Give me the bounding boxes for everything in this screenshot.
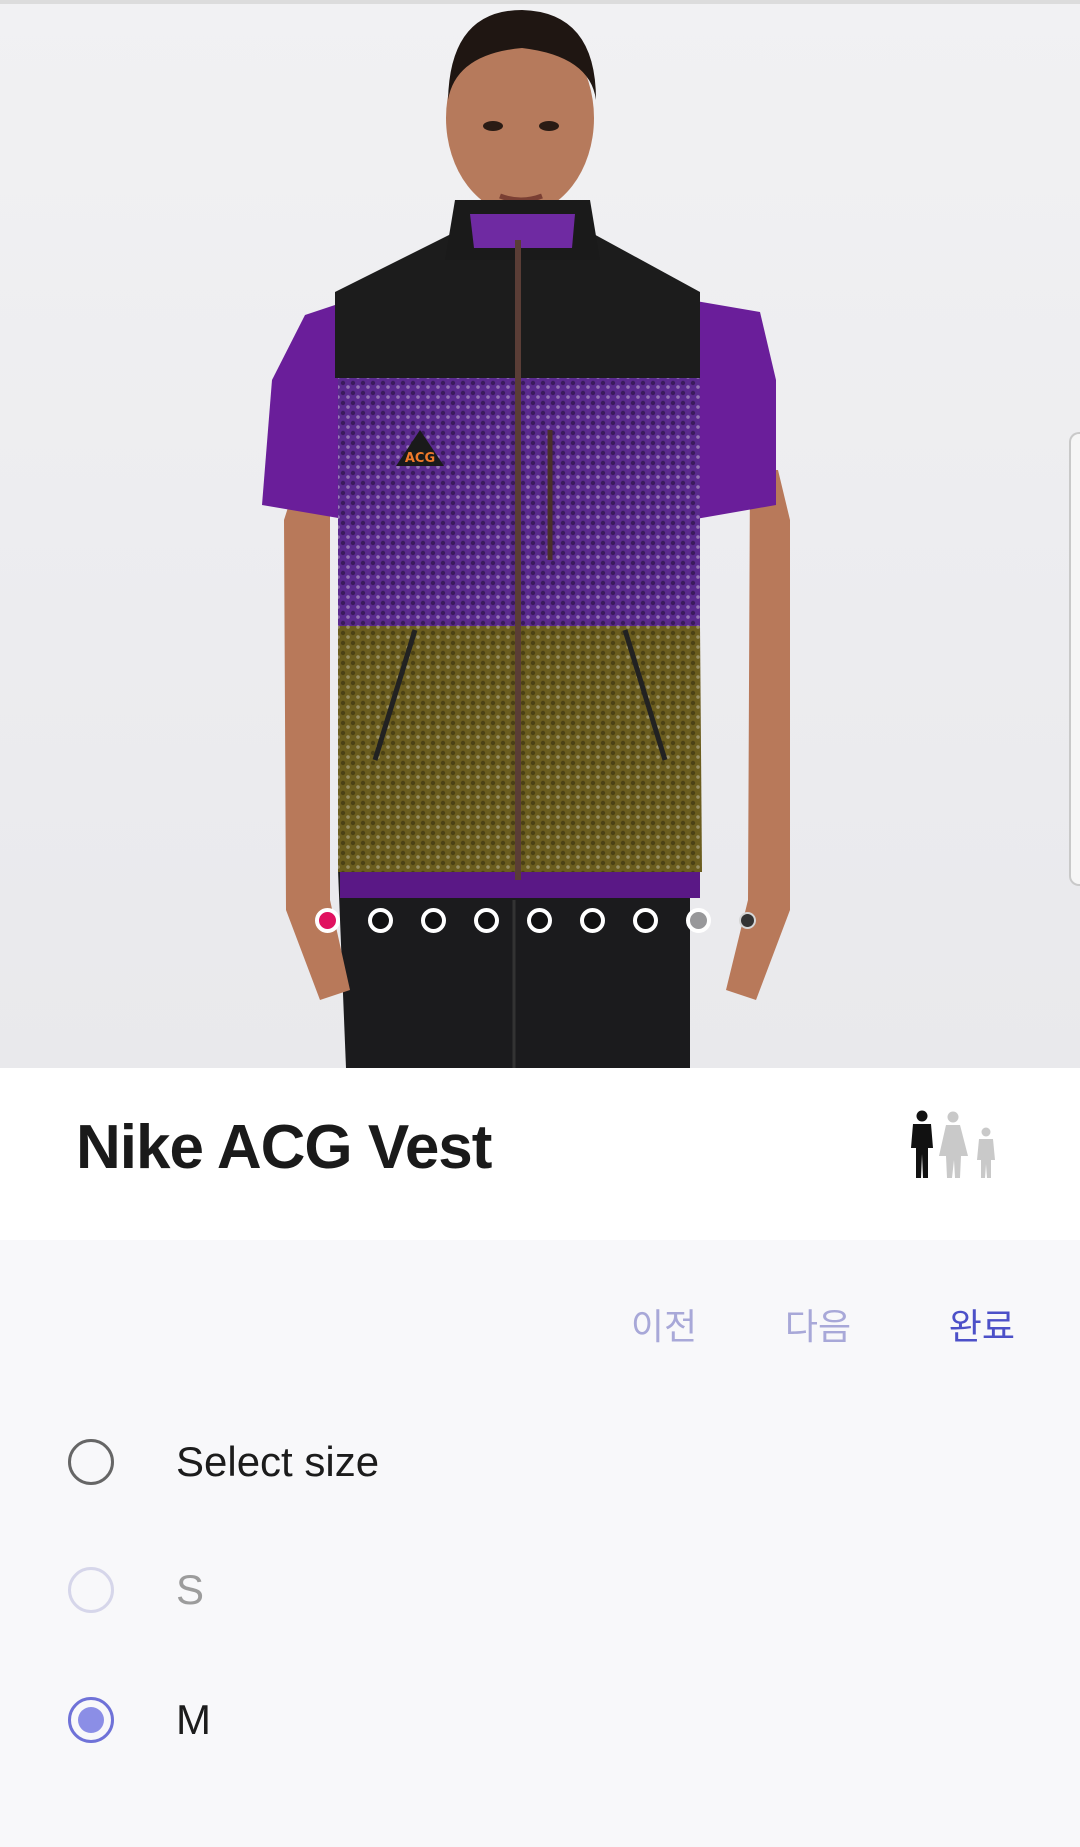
carousel-dot[interactable] bbox=[580, 908, 605, 933]
picker-nav: 이전 다음 완료 bbox=[587, 1298, 1015, 1350]
size-option-label: Select size bbox=[176, 1438, 380, 1485]
carousel-dot[interactable] bbox=[527, 908, 552, 933]
male-female-child-icon bbox=[911, 1110, 995, 1178]
carousel-dot[interactable] bbox=[368, 908, 393, 933]
product-image[interactable]: ACG bbox=[0, 0, 1080, 1068]
carousel-dot[interactable] bbox=[739, 912, 756, 929]
carousel-dot[interactable] bbox=[421, 908, 446, 933]
product-title: Nike ACG Vest bbox=[76, 1113, 492, 1182]
radio-unchecked-icon[interactable] bbox=[68, 1439, 114, 1485]
svg-text:ACG: ACG bbox=[405, 451, 435, 466]
carousel-dot-active[interactable] bbox=[315, 908, 340, 933]
carousel-dot[interactable] bbox=[633, 908, 658, 933]
scroll-handle[interactable] bbox=[1069, 432, 1080, 886]
next-button[interactable]: 다음 bbox=[741, 1298, 895, 1350]
carousel-dot[interactable] bbox=[474, 908, 499, 933]
done-button[interactable]: 완료 bbox=[895, 1298, 1015, 1350]
size-option-m[interactable]: M bbox=[68, 1690, 211, 1750]
size-option-label: M bbox=[176, 1696, 211, 1743]
product-header: Nike ACG Vest bbox=[0, 1068, 1080, 1240]
radio-disabled-icon bbox=[68, 1567, 114, 1613]
size-option-s: S bbox=[68, 1560, 204, 1620]
size-option-label: S bbox=[176, 1566, 205, 1613]
carousel-dot[interactable] bbox=[686, 908, 711, 933]
previous-button[interactable]: 이전 bbox=[587, 1298, 741, 1350]
radio-checked-icon[interactable] bbox=[68, 1697, 114, 1743]
size-option-select[interactable]: Select size bbox=[68, 1432, 379, 1492]
size-picker-sheet: 이전 다음 완료 Select size S M bbox=[0, 1240, 1080, 1847]
carousel-indicator[interactable] bbox=[315, 908, 756, 933]
